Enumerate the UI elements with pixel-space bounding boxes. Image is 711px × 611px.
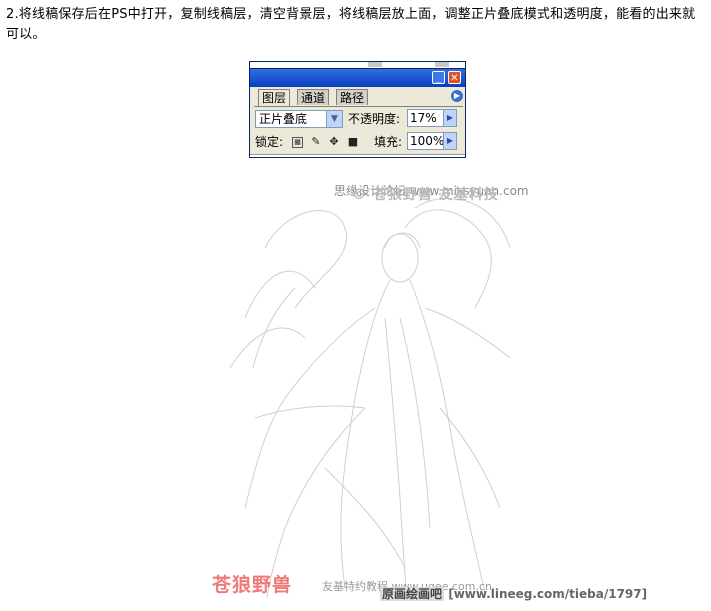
tieba-url: [www.lineeg.com/tieba/1797]	[448, 587, 648, 601]
line-art-illustration	[229, 197, 511, 599]
lock-fill-row: 锁定: ▦ ✎ ✥ ■ 填充: 100% ▶	[254, 132, 463, 152]
artist-logo: 苍狼野兽	[212, 574, 293, 596]
panel-tab-bar: 图层 通道 路径	[254, 89, 463, 107]
chevron-down-icon[interactable]: ▼	[326, 111, 342, 127]
lock-move-icon[interactable]: ✥	[328, 136, 340, 148]
blend-opacity-row: 正片叠底 ▼ 不透明度: 17% ▶	[254, 109, 463, 129]
tieba-box-label: 原画绘画吧	[380, 587, 445, 601]
minimize-icon[interactable]: _	[432, 71, 445, 84]
tab-paths[interactable]: 路径	[336, 89, 369, 105]
photoshop-layers-panel: _ ✕ 图层 通道 路径 ▶ 正片叠底 ▼ 不透明度: 17% ▶ 锁定: ▦ …	[249, 61, 466, 158]
lock-paint-icon[interactable]: ✎	[310, 136, 322, 148]
tab-layers[interactable]: 图层	[258, 89, 291, 106]
panel-menu-arrow-icon[interactable]: ▶	[451, 90, 463, 102]
panel-top-strip	[250, 62, 465, 69]
opacity-slider-arrow-icon[interactable]: ▶	[443, 110, 456, 126]
blend-mode-select[interactable]: 正片叠底 ▼	[255, 110, 343, 128]
close-icon[interactable]: ✕	[448, 71, 461, 84]
tab-channels[interactable]: 通道	[297, 89, 330, 105]
fill-label: 填充:	[374, 135, 403, 149]
tieba-watermark: 原画绘画吧 [www.lineeg.com/tieba/1797]	[380, 585, 647, 602]
tutorial-step-caption: 2.将线稿保存后在PS中打开，复制线稿层，清空背景层，将线稿层放上面，调整正片叠…	[6, 7, 696, 42]
opacity-value: 17%	[410, 111, 437, 125]
fill-value: 100%	[410, 134, 445, 148]
opacity-input[interactable]: 17% ▶	[407, 109, 457, 127]
lock-all-icon[interactable]: ■	[347, 136, 359, 148]
fill-slider-arrow-icon[interactable]: ▶	[443, 133, 456, 149]
opacity-label: 不透明度:	[348, 112, 401, 126]
fill-input[interactable]: 100% ▶	[407, 132, 457, 150]
layers-list-top-edge	[250, 154, 465, 157]
artist-watermark: © 苍狼野兽 友基科技	[352, 187, 499, 203]
lock-label: 锁定:	[255, 135, 284, 149]
scroll-nub	[435, 62, 449, 67]
blend-mode-value: 正片叠底	[259, 112, 308, 126]
panel-titlebar[interactable]: _ ✕	[250, 69, 465, 87]
lock-transparent-icon[interactable]: ▦	[292, 137, 303, 148]
scroll-nub	[368, 62, 382, 67]
